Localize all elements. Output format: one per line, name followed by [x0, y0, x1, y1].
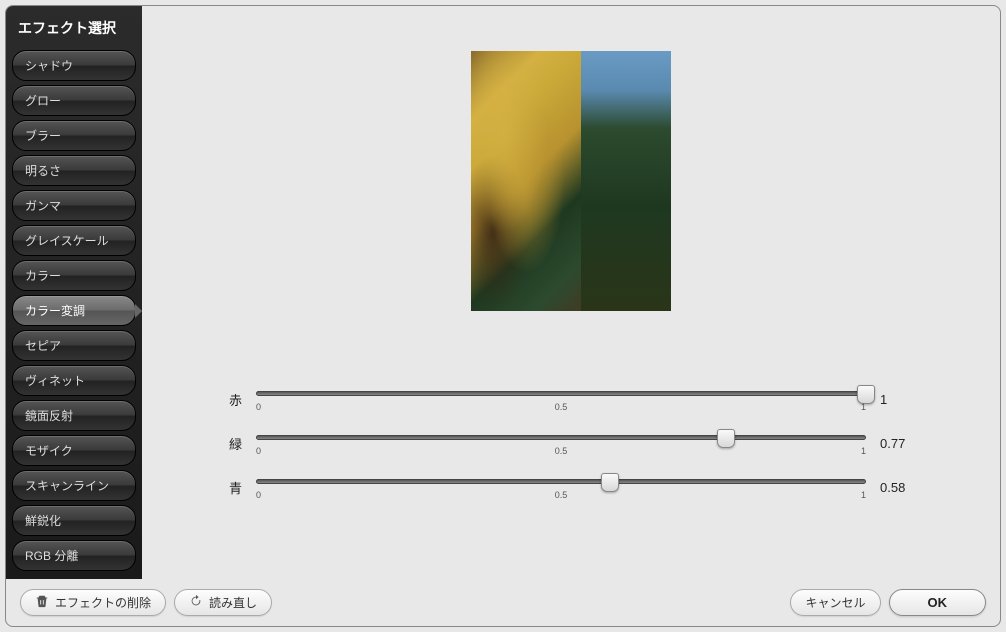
reload-label: 読み直し	[209, 594, 257, 611]
preview-image	[471, 51, 671, 311]
slider-row-green: 緑 0 0.5 1 0.77	[222, 430, 920, 456]
sidebar-item-color-modulation[interactable]: カラー変調	[12, 295, 136, 326]
slider-blue[interactable]: 0 0.5 1	[256, 474, 866, 500]
content-area: 赤 0 0.5 1 1 緑	[142, 6, 1000, 579]
sidebar-item-sepia[interactable]: セピア	[12, 330, 136, 361]
sidebar-item-sharpen[interactable]: 鮮鋭化	[12, 505, 136, 536]
slider-value-blue: 0.58	[880, 480, 920, 495]
slider-value-green: 0.77	[880, 436, 920, 451]
sidebar-item-grayscale[interactable]: グレイスケール	[12, 225, 136, 256]
slider-row-red: 赤 0 0.5 1 1	[222, 386, 920, 412]
sidebar-item-shadow[interactable]: シャドウ	[12, 50, 136, 81]
cancel-button[interactable]: キャンセル	[790, 589, 880, 616]
main-area: エフェクト選択 シャドウ グロー ブラー 明るさ ガンマ グレイスケール カラー…	[6, 6, 1000, 579]
tick-mid: 0.5	[555, 402, 568, 412]
effects-dialog: エフェクト選択 シャドウ グロー ブラー 明るさ ガンマ グレイスケール カラー…	[5, 5, 1001, 627]
slider-track	[256, 391, 866, 396]
slider-label-red: 赤	[222, 390, 242, 409]
cancel-label: キャンセル	[805, 594, 865, 611]
trash-icon	[35, 594, 49, 611]
dialog-footer: エフェクトの削除 読み直し キャンセル OK	[6, 579, 1000, 627]
tick-min: 0	[256, 490, 261, 500]
sidebar-item-scanline[interactable]: スキャンライン	[12, 470, 136, 501]
slider-track	[256, 479, 866, 484]
slider-ticks: 0 0.5 1	[256, 446, 866, 456]
slider-track	[256, 435, 866, 440]
slider-ticks: 0 0.5 1	[256, 490, 866, 500]
ok-button[interactable]: OK	[889, 589, 987, 616]
sidebar-item-mirror[interactable]: 鏡面反射	[12, 400, 136, 431]
effects-sidebar: エフェクト選択 シャドウ グロー ブラー 明るさ ガンマ グレイスケール カラー…	[6, 6, 142, 579]
tick-mid: 0.5	[555, 446, 568, 456]
tick-max: 1	[861, 490, 866, 500]
slider-label-blue: 青	[222, 478, 242, 497]
slider-row-blue: 青 0 0.5 1 0.58	[222, 474, 920, 500]
sliders-panel: 赤 0 0.5 1 1 緑	[182, 386, 960, 500]
reload-button[interactable]: 読み直し	[174, 589, 272, 616]
slider-value-red: 1	[880, 392, 920, 407]
reload-icon	[189, 594, 203, 611]
sidebar-item-gamma[interactable]: ガンマ	[12, 190, 136, 221]
slider-green[interactable]: 0 0.5 1	[256, 430, 866, 456]
tick-mid: 0.5	[555, 490, 568, 500]
tick-max: 1	[861, 402, 866, 412]
tick-min: 0	[256, 446, 261, 456]
sidebar-item-vignette[interactable]: ヴィネット	[12, 365, 136, 396]
sidebar-item-brightness[interactable]: 明るさ	[12, 155, 136, 186]
sidebar-item-rgb-separation[interactable]: RGB 分離	[12, 540, 136, 571]
slider-ticks: 0 0.5 1	[256, 402, 866, 412]
slider-red[interactable]: 0 0.5 1	[256, 386, 866, 412]
sidebar-item-mosaic[interactable]: モザイク	[12, 435, 136, 466]
sidebar-title: エフェクト選択	[12, 14, 136, 46]
delete-effect-button[interactable]: エフェクトの削除	[20, 589, 166, 616]
sidebar-item-color[interactable]: カラー	[12, 260, 136, 291]
ok-label: OK	[928, 595, 948, 610]
sidebar-item-blur[interactable]: ブラー	[12, 120, 136, 151]
slider-label-green: 緑	[222, 434, 242, 453]
tick-min: 0	[256, 402, 261, 412]
tick-max: 1	[861, 446, 866, 456]
sidebar-item-glow[interactable]: グロー	[12, 85, 136, 116]
delete-effect-label: エフェクトの削除	[55, 594, 151, 611]
